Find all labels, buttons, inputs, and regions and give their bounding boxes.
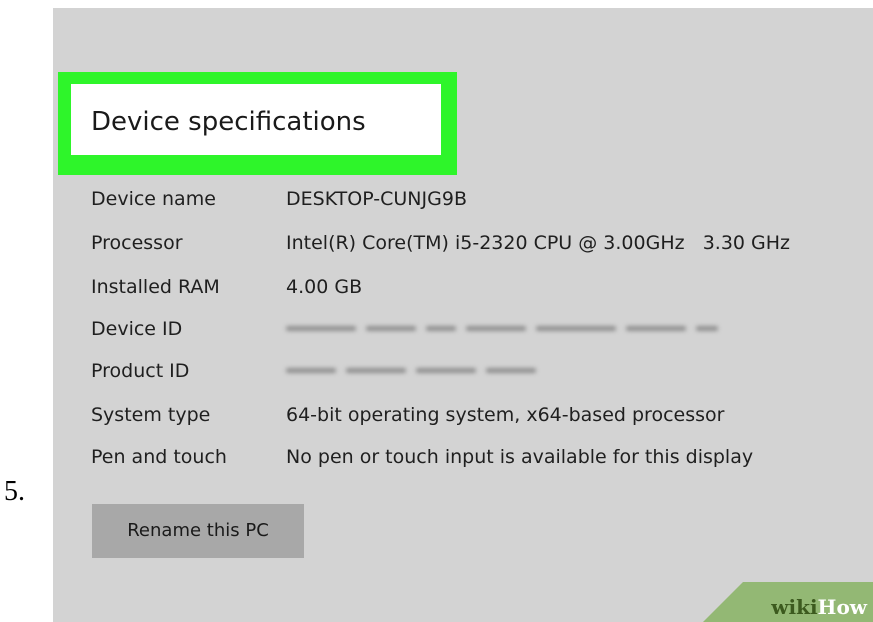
spec-value[interactable]: No pen or touch input is available for t… [286,446,753,468]
spec-label: System type [91,404,211,426]
watermark-part-wiki: wiki [771,595,818,619]
spec-value[interactable]: 4.00 GB [286,276,362,298]
wikihow-watermark: wikiHow [703,582,873,622]
section-title: Device specifications [91,107,366,137]
redacted-value [286,360,606,385]
spec-label: Product ID [91,360,190,382]
step-number: 5. [4,476,25,507]
spec-label: Installed RAM [91,276,220,298]
watermark-text: wikiHow [771,595,867,619]
spec-label: Device name [91,188,216,210]
spec-value[interactable]: DESKTOP-CUNJG9B [286,188,467,210]
redacted-device-id-blur [286,326,718,331]
spec-label: Device ID [91,318,183,340]
redacted-product-id-blur [286,368,536,373]
device-specifications-panel: Device specifications Device name DESKTO… [53,8,873,622]
spec-label: Processor [91,232,183,254]
spec-label: Pen and touch [91,446,227,468]
redacted-value [286,318,766,343]
watermark-part-how: How [817,595,867,619]
spec-value[interactable]: 64-bit operating system, x64-based proce… [286,404,724,426]
rename-this-pc-button[interactable]: Rename this PC [92,504,304,558]
spec-value[interactable]: Intel(R) Core(TM) i5-2320 CPU @ 3.00GHz … [286,232,790,254]
